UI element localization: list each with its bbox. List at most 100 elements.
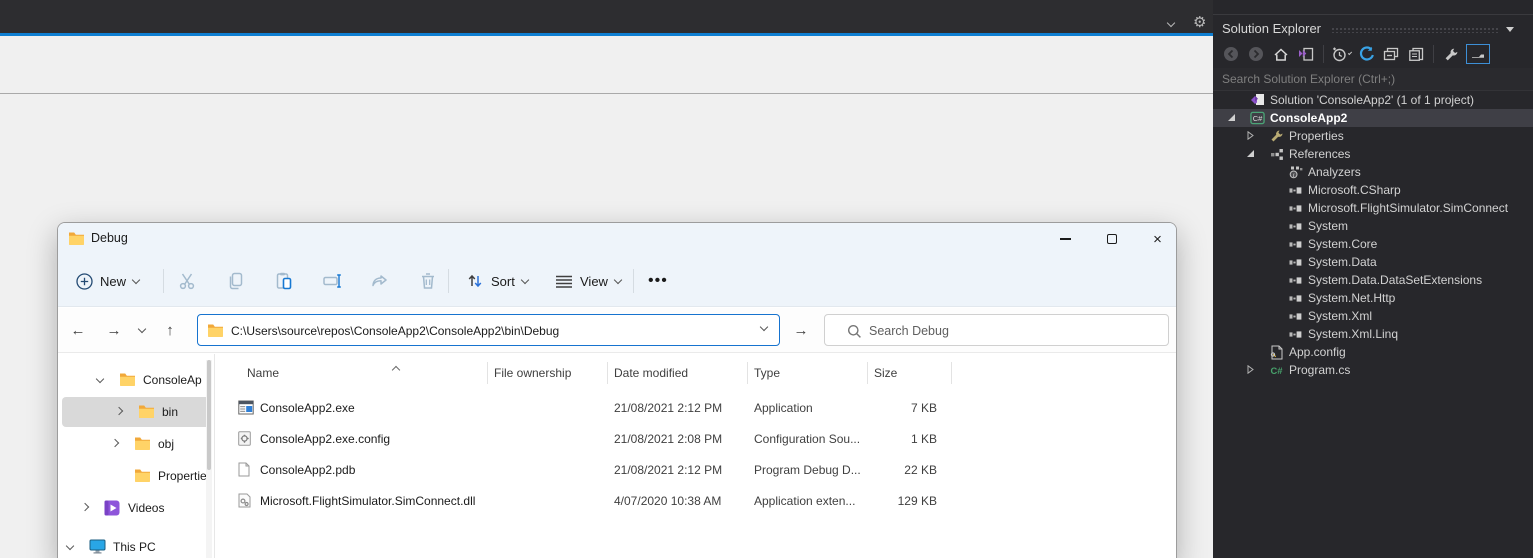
- preview-selected-items-button[interactable]: [1466, 44, 1490, 64]
- copy-documents-icon: [1408, 47, 1424, 62]
- expander-expanded-icon[interactable]: [1246, 149, 1255, 158]
- nav-item-videos[interactable]: Videos: [58, 493, 206, 523]
- minimize-button[interactable]: [1043, 223, 1088, 255]
- sort-button[interactable]: Sort: [466, 265, 530, 297]
- tree-item-solution-consoleapp2-1-of-1-project[interactable]: Solution 'ConsoleApp2' (1 of 1 project): [1213, 91, 1533, 109]
- tree-item-system-net-http[interactable]: System.Net.Http: [1213, 289, 1533, 307]
- tree-item-system[interactable]: System: [1213, 217, 1533, 235]
- chevron-right-icon[interactable]: [80, 502, 90, 512]
- nav-item-consoleap[interactable]: ConsoleAp: [58, 365, 206, 395]
- chevron-right-icon[interactable]: [114, 406, 124, 416]
- view-button[interactable]: View: [555, 265, 623, 297]
- tree-item-consoleapp2[interactable]: C# ConsoleApp2: [1213, 109, 1533, 127]
- properties-button[interactable]: [1441, 44, 1461, 64]
- search-input[interactable]: Search Debug: [824, 314, 1169, 346]
- tree-item-system-core[interactable]: System.Core: [1213, 235, 1533, 253]
- home-button[interactable]: [1271, 44, 1291, 64]
- chevron-down-icon[interactable]: [65, 541, 75, 551]
- explorer-titlebar[interactable]: Debug ×: [58, 223, 1176, 255]
- tree-item-microsoft-csharp[interactable]: Microsoft.CSharp: [1213, 181, 1533, 199]
- nav-item-propertie[interactable]: Propertie: [58, 461, 207, 491]
- file-type: Application exten...: [754, 494, 856, 508]
- file-row-consoleapp2-exe-config[interactable]: ConsoleApp2.exe.config 21/08/2021 2:08 PM…: [215, 424, 1176, 455]
- scissors-icon: [178, 271, 198, 291]
- expander-expanded-icon[interactable]: [1227, 113, 1236, 122]
- back-button[interactable]: ←: [64, 316, 92, 344]
- nav-item-obj[interactable]: obj: [58, 429, 206, 459]
- tree-item-properties[interactable]: Properties: [1213, 127, 1533, 145]
- tree-item-system-data[interactable]: System.Data: [1213, 253, 1533, 271]
- toolbar-separator: [1433, 45, 1434, 63]
- svg-text:C#: C#: [1253, 114, 1263, 123]
- column-header-size[interactable]: Size: [874, 366, 897, 380]
- file-type: Application: [754, 401, 813, 415]
- close-button[interactable]: ×: [1135, 223, 1176, 255]
- recent-locations-button[interactable]: [132, 316, 152, 344]
- expander-collapsed-icon[interactable]: [1246, 131, 1255, 140]
- references-icon: [1269, 147, 1284, 161]
- tree-item-references[interactable]: References: [1213, 145, 1533, 163]
- column-separator[interactable]: [951, 362, 952, 384]
- tree-item-app-config[interactable]: App.config: [1213, 343, 1533, 361]
- go-button[interactable]: →: [787, 316, 815, 344]
- maximize-button[interactable]: [1089, 223, 1134, 255]
- column-separator[interactable]: [747, 362, 748, 384]
- delete-button[interactable]: [416, 269, 440, 293]
- folder-icon: [134, 436, 151, 450]
- copy-button[interactable]: [224, 269, 248, 293]
- address-bar-input[interactable]: C:\Users\source\repos\ConsoleApp2\Consol…: [197, 314, 780, 346]
- tree-item-system-data-datasetextensions[interactable]: System.Data.DataSetExtensions: [1213, 271, 1533, 289]
- folder-icon: [138, 404, 155, 418]
- assembly-icon: [1288, 201, 1303, 215]
- gear-icon[interactable]: ⚙: [1193, 13, 1206, 31]
- app-config-icon: [1269, 345, 1284, 359]
- nav-item-this-pc[interactable]: This PC: [58, 532, 206, 558]
- chevron-down-icon[interactable]: [1506, 27, 1514, 32]
- column-header-file-ownership[interactable]: File ownership: [494, 366, 571, 380]
- column-header-name[interactable]: Name: [247, 365, 401, 380]
- file-row-consoleapp2-pdb[interactable]: ConsoleApp2.pdb 21/08/2021 2:12 PM Program…: [215, 455, 1176, 486]
- back-button[interactable]: [1221, 44, 1241, 64]
- file-list: Name File ownership Date modified Type Size C…: [215, 354, 1176, 558]
- new-button[interactable]: New: [76, 265, 141, 297]
- tree-item-system-xml-linq[interactable]: System.Xml.Linq: [1213, 325, 1533, 343]
- sync-with-active-document-button[interactable]: [1296, 44, 1316, 64]
- forward-button[interactable]: →: [100, 316, 128, 344]
- tree-item-analyzers[interactable]: i Analyzers: [1213, 163, 1533, 181]
- tree-item-program-cs[interactable]: C# Program.cs: [1213, 361, 1533, 379]
- show-all-files-button[interactable]: [1406, 44, 1426, 64]
- file-date-modified: 21/08/2021 2:08 PM: [614, 432, 723, 446]
- see-more-button[interactable]: •••: [648, 265, 668, 297]
- up-button[interactable]: ↑: [156, 316, 184, 344]
- paste-button[interactable]: [272, 269, 296, 293]
- column-separator[interactable]: [607, 362, 608, 384]
- nav-scrollbar[interactable]: [206, 360, 212, 558]
- file-row-microsoft-flightsimulator-simconnect-dll[interactable]: Microsoft.FlightSimulator.SimConnect.dll…: [215, 486, 1176, 517]
- column-separator[interactable]: [867, 362, 868, 384]
- rename-button[interactable]: [320, 269, 344, 293]
- tree-item-system-xml[interactable]: System.Xml: [1213, 307, 1533, 325]
- pending-changes-filter-button[interactable]: [1331, 44, 1353, 64]
- share-button[interactable]: [368, 269, 392, 293]
- nav-item-bin[interactable]: bin: [62, 397, 210, 427]
- solution-explorer-titlebar[interactable]: Solution Explorer: [1213, 18, 1533, 40]
- folder-icon: [207, 323, 224, 337]
- column-header-date-modified[interactable]: Date modified: [614, 366, 688, 380]
- forward-button[interactable]: [1246, 44, 1266, 64]
- file-row-consoleapp2-exe[interactable]: ConsoleApp2.exe 21/08/2021 2:12 PM Applica…: [215, 393, 1176, 424]
- solution-explorer-search[interactable]: Search Solution Explorer (Ctrl+;): [1213, 68, 1533, 91]
- chevron-down-icon[interactable]: [759, 322, 769, 332]
- column-separator[interactable]: [487, 362, 488, 384]
- collapse-all-button[interactable]: [1381, 44, 1401, 64]
- assembly-icon: [1288, 237, 1303, 251]
- expander-collapsed-icon[interactable]: [1246, 365, 1255, 374]
- assembly-icon: [1288, 219, 1303, 233]
- column-header-type[interactable]: Type: [754, 366, 780, 380]
- cut-button[interactable]: [176, 269, 200, 293]
- copy-icon: [226, 271, 246, 291]
- tree-item-microsoft-flightsimulator-simconnect[interactable]: Microsoft.FlightSimulator.SimConnect: [1213, 199, 1533, 217]
- chevron-down-icon[interactable]: [95, 374, 105, 384]
- csharp-project-icon: C#: [1250, 111, 1265, 125]
- refresh-button[interactable]: [1356, 44, 1376, 64]
- chevron-right-icon[interactable]: [110, 438, 120, 448]
